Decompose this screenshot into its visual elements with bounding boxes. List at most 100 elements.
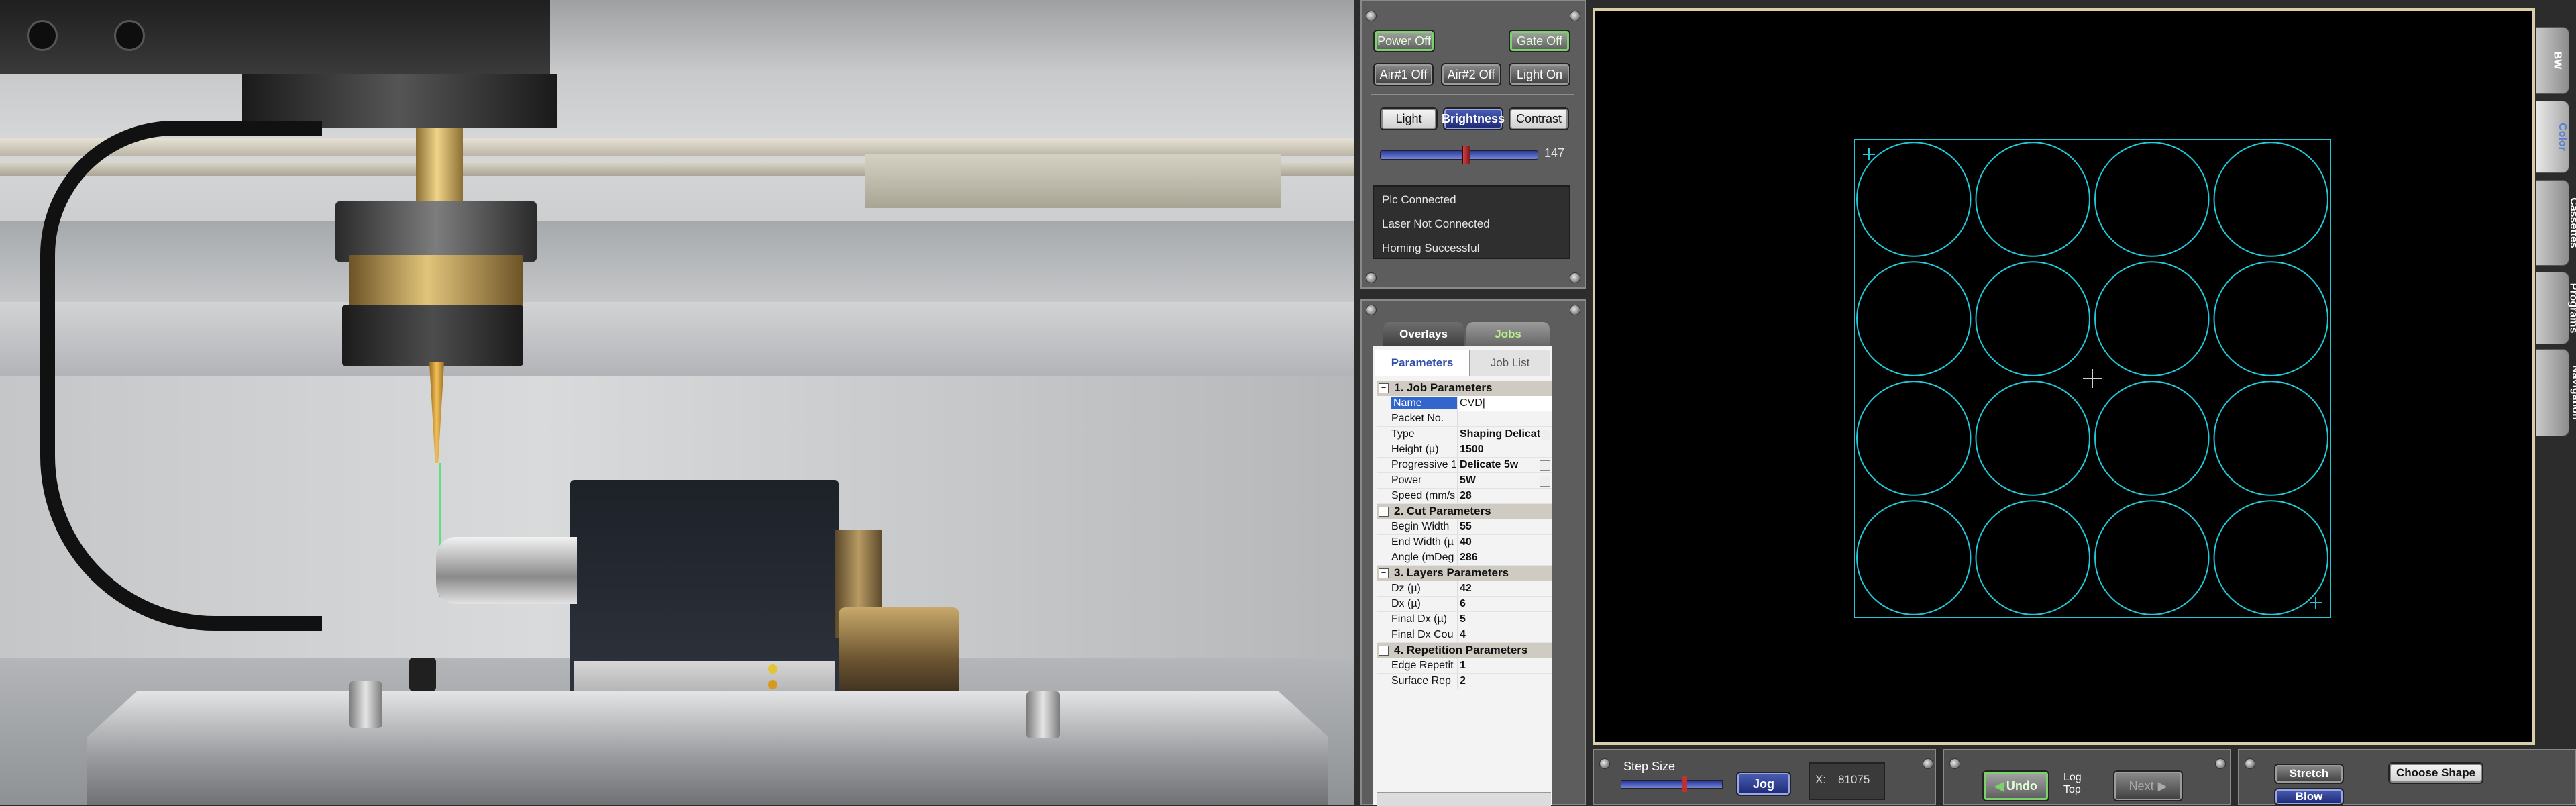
grid-row[interactable]: Power 5W [1377,473,1552,489]
collapse-icon[interactable]: − [1379,568,1389,578]
circle-shape[interactable] [2094,261,2210,376]
grid-row[interactable]: Surface Rep 2 [1377,674,1552,689]
undo-button[interactable]: ◀ Undo [1982,770,2049,801]
x-value: 81075 [1838,773,1870,786]
grid-row-value[interactable]: CVD| [1457,396,1552,411]
dropdown-icon[interactable] [1540,460,1550,471]
circle-shape[interactable] [1856,500,1972,615]
collapse-icon[interactable]: − [1379,507,1389,517]
right-tab-color[interactable]: Color [2536,101,2569,173]
undo-label: Undo [2006,778,2037,793]
blow-button[interactable]: Blow [2274,788,2344,805]
subtab-parameters[interactable]: Parameters [1375,350,1470,376]
camera-base-post [349,681,382,728]
grid-row[interactable]: Final Dx Cou 4 [1377,627,1552,643]
stretch-button[interactable]: Stretch [2274,764,2344,784]
choose-shape-button[interactable]: Choose Shape [2388,762,2483,784]
grid-row[interactable]: Begin Width 55 [1377,519,1552,535]
right-tab-navigation[interactable]: Navigation [2536,349,2576,436]
gate-off-button[interactable]: Gate Off [1509,30,1570,52]
grid-row-key: Name [1391,397,1458,409]
grid-row-value[interactable]: Delicate 5w [1457,458,1552,472]
circle-shape[interactable] [1975,500,2090,615]
grid-row[interactable]: Dx (µ) 6 [1377,597,1552,612]
jog-button[interactable]: Jog [1736,772,1791,796]
grid-row-key: Speed (mm/s [1391,490,1456,501]
circle-shape[interactable] [2094,381,2210,496]
grid-row-value[interactable]: 286 [1457,550,1552,565]
grid-row-value[interactable]: 55 [1457,519,1552,534]
step-size-slider[interactable] [1621,776,1723,792]
light-on-button[interactable]: Light On [1509,63,1570,86]
right-tab-cassettes[interactable]: Cassettes [2536,180,2576,266]
brightness-slider[interactable] [1380,146,1538,164]
grid-row[interactable]: End Width (µ 40 [1377,535,1552,550]
tab-overlays[interactable]: Overlays [1383,322,1464,346]
grid-row-value[interactable]: 5 [1457,612,1552,627]
grid-row[interactable]: Progressive 1 Delicate 5w [1377,458,1552,473]
grid-row-value[interactable]: 42 [1457,581,1552,596]
circle-shape[interactable] [1856,381,1972,496]
grid-row[interactable]: Packet No. [1377,411,1552,427]
dropdown-icon[interactable] [1540,476,1550,487]
grid-row[interactable]: Height (µ) 1500 [1377,442,1552,458]
camera-rear-motor [839,607,959,695]
grid-row[interactable]: Edge Repetit 1 [1377,658,1552,674]
grid-section-header[interactable]: −1. Job Parameters [1377,381,1552,396]
right-tab-bw[interactable]: BW [2536,27,2569,94]
circle-shape[interactable] [1975,381,2090,496]
x-readout: X: 81075 [1809,762,1885,800]
brightness-mode-button[interactable]: Brightness [1442,107,1505,130]
screw-icon [1923,758,1933,769]
circle-shape[interactable] [1975,261,2090,376]
grid-section-header[interactable]: −3. Layers Parameters [1377,566,1552,581]
grid-row[interactable]: Speed (mm/s 28 [1377,489,1552,504]
contrast-mode-button[interactable]: Contrast [1509,107,1569,130]
grid-row-value[interactable]: 40 [1457,535,1552,550]
grid-row-value[interactable]: 5W [1457,473,1552,488]
circle-shape[interactable] [2213,142,2328,257]
collapse-icon[interactable]: − [1379,383,1389,393]
grid-row-value[interactable] [1457,411,1552,426]
power-off-button[interactable]: Power Off [1373,30,1435,52]
grid-row-value[interactable]: 2 [1457,674,1552,689]
grid-row[interactable]: Name CVD| [1377,396,1552,411]
grid-row-value[interactable]: 1500 [1457,442,1552,457]
grid-row[interactable]: Final Dx (µ) 5 [1377,612,1552,627]
step-size-label: Step Size [1623,760,1676,773]
circle-shape[interactable] [2094,142,2210,257]
circle-shape[interactable] [1975,142,2090,257]
grid-row-value[interactable]: 1 [1457,658,1552,673]
collapse-icon[interactable]: − [1379,646,1389,656]
air1-off-button[interactable]: Air#1 Off [1373,63,1434,86]
dropdown-icon[interactable] [1540,430,1550,440]
grid-row-key: Surface Rep [1391,675,1451,687]
design-canvas[interactable] [1593,8,2535,745]
grid-row-value[interactable]: 28 [1457,489,1552,503]
screw-icon [1570,272,1580,283]
grid-row[interactable]: Dz (µ) 42 [1377,581,1552,597]
circle-shape[interactable] [1856,142,1972,257]
slider-thumb[interactable] [1682,776,1687,792]
grid-row[interactable]: Type Shaping Delicate [1377,427,1552,442]
circle-shape[interactable] [1856,261,1972,376]
circle-shape[interactable] [2213,381,2328,496]
circle-shape[interactable] [2213,261,2328,376]
grid-row-value[interactable]: Shaping Delicate [1457,427,1552,442]
grid-row-value[interactable]: 6 [1457,597,1552,611]
grid-section-header[interactable]: −2. Cut Parameters [1377,504,1552,519]
right-tab-programs[interactable]: Programs [2536,272,2576,344]
grid-row-value[interactable]: 4 [1457,627,1552,642]
circle-shape[interactable] [2213,500,2328,615]
light-mode-button[interactable]: Light [1380,107,1438,130]
slider-thumb[interactable] [1462,146,1471,164]
next-button[interactable]: Next ▶ [2113,770,2183,801]
circle-shape[interactable] [2094,500,2210,615]
camera-cable-right [865,154,1281,208]
tab-jobs[interactable]: Jobs [1466,322,1550,346]
subtab-job-list[interactable]: Job List [1470,350,1550,376]
grid-row-key: Packet No. [1391,413,1444,424]
grid-row[interactable]: Angle (mDeg 286 [1377,550,1552,566]
grid-section-header[interactable]: −4. Repetition Parameters [1377,643,1552,658]
air2-off-button[interactable]: Air#2 Off [1441,63,1501,86]
